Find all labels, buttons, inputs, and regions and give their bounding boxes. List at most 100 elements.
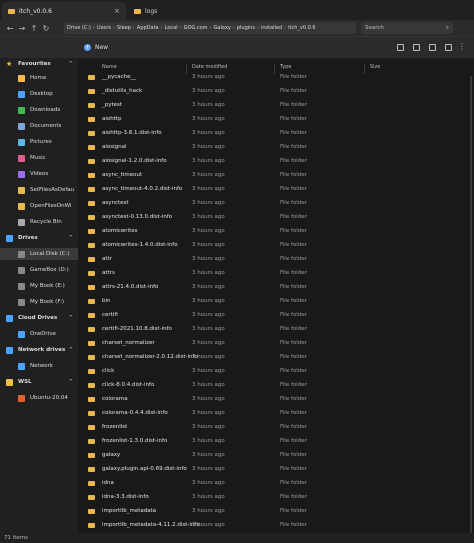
table-row[interactable]: atomicwrites-1.4.0.dist-info 3 hours ago F… [80,239,474,253]
table-row[interactable]: frozenlist 3 hours ago File folder [80,421,474,435]
file-type: File folder [280,508,307,514]
table-row[interactable]: charset_normalizer-2.0.12.dist-info 3 hou… [80,351,474,365]
properties-icon[interactable] [429,44,436,51]
table-row[interactable]: importlib_metadata-4.11.2.dist-info 3 hou… [80,519,474,533]
search-input[interactable]: Search ⌕ [361,22,453,34]
layout-icon[interactable] [445,44,452,51]
table-row[interactable]: galaxy 3 hours ago File folder [80,449,474,463]
up-icon[interactable]: ↑ [28,24,40,33]
table-row[interactable]: certifi-2021.10.8.dist-info 3 hours ago Fi… [80,323,474,337]
breadcrumb-item[interactable]: Local [165,25,178,31]
chevron-up-icon[interactable]: ^ [69,235,73,241]
table-row[interactable]: colorama 3 hours ago File folder [80,393,474,407]
table-row[interactable]: attr 3 hours ago File folder [80,253,474,267]
table-row[interactable]: galaxy.plugin.api-0.69.dist-info 3 hours … [80,463,474,477]
column-size[interactable]: Size [370,64,380,70]
more-icon[interactable]: ⋮ [458,42,466,51]
file-date: 3 hours ago [192,522,225,528]
copy-path-icon[interactable] [397,44,404,51]
sidebar-item[interactable]: OpenFilesOnWi [0,200,78,212]
chevron-up-icon[interactable]: ^ [69,61,73,67]
column-type[interactable]: Type [280,64,291,70]
forward-icon[interactable]: → [16,24,28,33]
sidebar-item[interactable]: Downloads [0,104,78,116]
new-button[interactable]: + New [84,44,108,51]
table-row[interactable]: aiohttp-3.8.1.dist-info 3 hours ago File f… [80,127,474,141]
column-name[interactable]: Name [102,64,117,70]
breadcrumb-item[interactable]: installed [261,25,282,31]
scrollbar[interactable] [470,76,472,533]
table-row[interactable]: aiohttp 3 hours ago File folder [80,113,474,127]
table-row[interactable]: asynctest-0.13.0.dist-info 3 hours ago Fil… [80,211,474,225]
sidebar-item[interactable]: My Book (F:) [0,296,78,308]
table-row[interactable]: idna 3 hours ago File folder [80,477,474,491]
file-date: 3 hours ago [192,200,225,206]
breadcrumb-item[interactable]: Drive (C:) [67,25,91,31]
file-date: 3 hours ago [192,214,225,220]
breadcrumb[interactable]: Drive (C:) › Users › Sleep › AppData › Local › GOG… [64,22,356,34]
table-row[interactable]: aiosignal 3 hours ago File folder [80,141,474,155]
sidebar-item[interactable]: ★ Favourites ^ [0,58,78,70]
breadcrumb-item[interactable]: GOG.com [184,25,208,31]
table-row[interactable]: charset_normalizer 3 hours ago File folder [80,337,474,351]
sidebar-item[interactable]: Drives ^ [0,232,78,244]
share-icon[interactable] [413,44,420,51]
file-type: File folder [280,340,307,346]
close-icon[interactable]: × [114,7,120,15]
table-row[interactable]: bin 3 hours ago File folder [80,295,474,309]
refresh-icon[interactable]: ↻ [40,24,52,33]
sidebar-item[interactable]: Documents [0,120,78,132]
sidebar-item[interactable]: Desktop [0,88,78,100]
sidebar-item[interactable]: Recycle Bin [0,216,78,228]
table-row[interactable]: __pycache__ 3 hours ago File folder [80,71,474,85]
table-row[interactable]: frozenlist-1.3.0.dist-info 3 hours ago Fil… [80,435,474,449]
table-row[interactable]: certifi 3 hours ago File folder [80,309,474,323]
table-row[interactable]: attrs 3 hours ago File folder [80,267,474,281]
file-type: File folder [280,228,307,234]
table-row[interactable]: atomicwrites 3 hours ago File folder [80,225,474,239]
sidebar-item[interactable]: My Book (E:) [0,280,78,292]
breadcrumb-item[interactable]: Galaxy [214,25,231,31]
chevron-up-icon[interactable]: ^ [69,379,73,385]
breadcrumb-item[interactable]: Users [97,25,111,31]
table-row[interactable]: click 3 hours ago File folder [80,365,474,379]
sidebar-item[interactable]: Videos [0,168,78,180]
sidebar-item[interactable]: WSL ^ [0,376,78,388]
sidebar-item[interactable]: OneDrive [0,328,78,340]
sidebar-item[interactable]: Network [0,360,78,372]
table-row[interactable]: _distutils_hack 3 hours ago File folder [80,85,474,99]
back-icon[interactable]: ← [4,24,16,33]
sidebar-item[interactable]: Cloud Drives ^ [0,312,78,324]
sidebar-item-label: Documents [30,123,62,129]
file-name: idna [102,480,114,486]
chevron-up-icon[interactable]: ^ [69,315,73,321]
sidebar-item[interactable]: Pictures [0,136,78,148]
breadcrumb-item[interactable]: Sleep [117,25,131,31]
table-row[interactable]: attrs-21.4.0.dist-info 3 hours ago File fo… [80,281,474,295]
sidebar-item[interactable]: Local Disk (C:) [0,248,78,260]
file-type: File folder [280,130,307,136]
tab-logs[interactable]: logs [128,2,234,20]
chevron-up-icon[interactable]: ^ [69,347,73,353]
table-row[interactable]: idna-3.3.dist-info 3 hours ago File folder [80,491,474,505]
sidebar-item[interactable]: Ubuntu-20.04 [0,392,78,404]
sidebar-item[interactable]: Music [0,152,78,164]
table-row[interactable]: click-8.0.4.dist-info 3 hours ago File fol… [80,379,474,393]
sidebar-item[interactable]: GameBox (D:) [0,264,78,276]
tab-itch[interactable]: itch_v0.0.6 × [2,2,126,20]
breadcrumb-item[interactable]: itch_v0.0.6 [288,25,315,31]
table-row[interactable]: asynctest 3 hours ago File folder [80,197,474,211]
folder-icon [88,117,95,122]
breadcrumb-item[interactable]: AppData [137,25,159,31]
sidebar-item[interactable]: Network drives ^ [0,344,78,356]
table-row[interactable]: _pytest 3 hours ago File folder [80,99,474,113]
table-row[interactable]: aiosignal-1.2.0.dist-info 3 hours ago File… [80,155,474,169]
sidebar-item[interactable]: SetFilesAsDefau [0,184,78,196]
table-row[interactable]: colorama-0.4.4.dist-info 3 hours ago File … [80,407,474,421]
column-date[interactable]: Date modified [192,64,227,70]
sidebar-item[interactable]: Home [0,72,78,84]
table-row[interactable]: importlib_metadata 3 hours ago File folder [80,505,474,519]
table-row[interactable]: async_timeout 3 hours ago File folder [80,169,474,183]
breadcrumb-item[interactable]: plugins [237,25,255,31]
table-row[interactable]: async_timeout-4.0.2.dist-info 3 hours ago… [80,183,474,197]
